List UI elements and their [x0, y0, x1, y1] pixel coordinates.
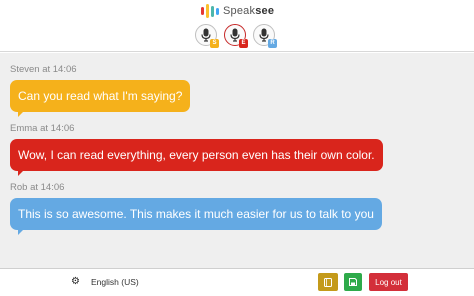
message-meta: Rob at 14:06: [10, 182, 65, 193]
save-icon: [349, 278, 357, 286]
participant-emma-button[interactable]: E: [224, 24, 248, 48]
bubble-tail: [18, 229, 24, 235]
brand: Speaksee: [201, 3, 274, 19]
participant-rob-button[interactable]: R: [253, 24, 277, 48]
message-bubble: This is so awesome. This makes it much e…: [10, 198, 382, 235]
logout-button[interactable]: Log out: [369, 273, 408, 291]
message-bubble: Wow, I can read everything, every person…: [10, 139, 383, 176]
notebook-icon: [324, 277, 332, 287]
message-text: Can you read what I'm saying?: [18, 89, 183, 103]
participant-badge: S: [210, 39, 219, 48]
bubble-tail: [18, 170, 24, 176]
participant-steven-button[interactable]: S: [195, 24, 219, 48]
gear-icon[interactable]: ⚙: [71, 276, 80, 287]
participant-list: S E R: [195, 24, 277, 48]
participant-badge: E: [239, 39, 248, 48]
language-selector[interactable]: English (US): [91, 277, 139, 287]
message-meta: Steven at 14:06: [10, 64, 77, 75]
chat-area[interactable]: Steven at 14:06 Can you read what I'm sa…: [0, 53, 474, 268]
message-text: Wow, I can read everything, every person…: [18, 148, 375, 162]
bubble-tail: [18, 111, 24, 117]
message-text: This is so awesome. This makes it much e…: [18, 207, 374, 221]
save-button[interactable]: [344, 273, 362, 291]
notes-button[interactable]: [318, 273, 338, 291]
header: Speaksee S E R: [0, 0, 474, 52]
message-meta: Emma at 14:06: [10, 123, 75, 134]
brand-name: Speaksee: [223, 5, 275, 17]
message-bubble: Can you read what I'm saying?: [10, 80, 191, 117]
participant-badge: R: [268, 39, 277, 48]
footer-bar: ⚙ English (US) Log out: [0, 268, 474, 296]
speaksee-logo-icon: [201, 4, 219, 18]
app-window: Speaksee S E R Steven at 14:06 Can you r…: [0, 0, 474, 296]
